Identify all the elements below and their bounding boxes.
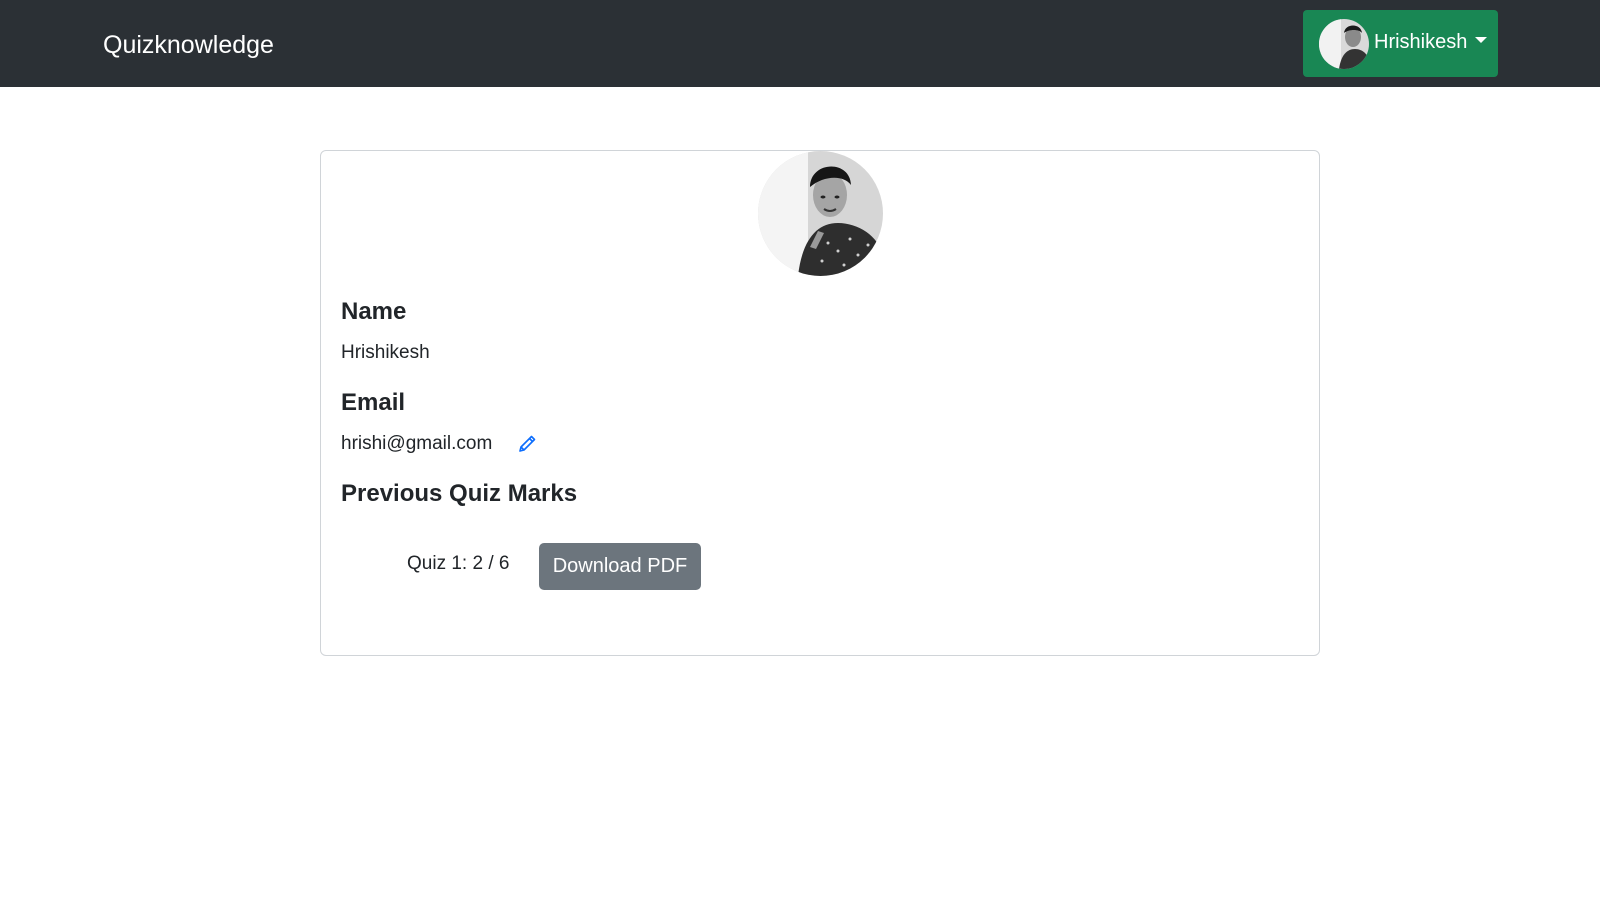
top-navbar: Quizknowledge Hrishikesh <box>0 0 1600 87</box>
name-label: Name <box>341 298 407 325</box>
user-avatar <box>1319 18 1369 69</box>
user-dropdown-button[interactable]: Hrishikesh <box>1303 10 1498 77</box>
previous-quiz-marks-label: Previous Quiz Marks <box>341 480 578 507</box>
brand-link[interactable]: Quizknowledge <box>103 28 274 62</box>
profile-card: Name Hrishikesh Email hrishi@gmail.com P… <box>320 150 1320 656</box>
pencil-icon[interactable] <box>517 434 537 454</box>
name-value: Hrishikesh <box>341 342 430 363</box>
email-value: hrishi@gmail.com <box>341 433 493 454</box>
profile-avatar <box>758 151 883 276</box>
caret-down-icon <box>1475 36 1488 43</box>
download-pdf-button[interactable]: Download PDF <box>539 543 701 590</box>
email-label: Email <box>341 389 406 416</box>
user-name: Hrishikesh <box>1374 30 1468 53</box>
quiz-result-text: Quiz 1: 2 / 6 <box>407 553 510 574</box>
